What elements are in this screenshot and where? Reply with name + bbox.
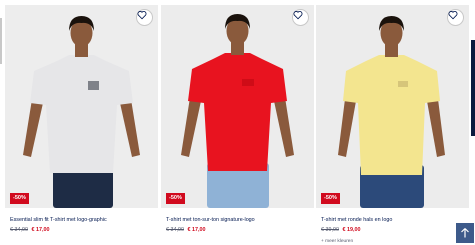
original-price: € 34,90 xyxy=(10,227,28,233)
discount-badge: -50% xyxy=(10,193,29,204)
product-price: € 39,90 € 19,00 xyxy=(321,227,361,233)
product-image-1[interactable]: -50% xyxy=(5,5,158,208)
product-card-1[interactable]: -50% Essential slim fit T-shirt met logo… xyxy=(5,5,158,245)
next-product-edge xyxy=(471,40,475,136)
original-price: € 34,90 xyxy=(166,227,184,233)
favorite-button[interactable] xyxy=(136,9,153,26)
discount-badge: -50% xyxy=(166,193,185,204)
chest-logo xyxy=(398,81,408,87)
chest-logo xyxy=(88,81,99,90)
sale-price: € 19,00 xyxy=(342,227,361,233)
model-photo xyxy=(316,5,469,208)
sale-price: € 17,00 xyxy=(31,227,50,233)
previous-product-edge xyxy=(0,18,2,64)
product-image-3[interactable]: -50% xyxy=(316,5,469,208)
heart-icon xyxy=(137,11,147,20)
heart-icon xyxy=(448,11,458,20)
sale-price: € 17,00 xyxy=(187,227,206,233)
heart-icon xyxy=(293,11,303,20)
product-card-2[interactable]: -50% T-shirt met ton-sur-ton signature-l… xyxy=(161,5,314,245)
product-name[interactable]: T-shirt met ronde hals en logo xyxy=(321,217,392,223)
model-photo xyxy=(161,5,314,208)
product-grid: -50% Essential slim fit T-shirt met logo… xyxy=(0,0,475,245)
product-name[interactable]: T-shirt met ton-sur-ton signature-logo xyxy=(166,217,255,223)
original-price: € 39,90 xyxy=(321,227,339,233)
product-price: € 34,90 € 17,00 xyxy=(166,227,206,233)
discount-badge: -50% xyxy=(321,193,340,204)
back-to-top-button[interactable] xyxy=(456,223,474,243)
favorite-button[interactable] xyxy=(292,9,309,26)
model-photo xyxy=(5,5,158,208)
more-colors-link[interactable]: + meer kleuren xyxy=(321,239,353,244)
product-price: € 34,90 € 17,00 xyxy=(10,227,50,233)
product-card-3[interactable]: -50% T-shirt met ronde hals en logo € 39… xyxy=(316,5,469,245)
product-image-2[interactable]: -50% xyxy=(161,5,314,208)
favorite-button[interactable] xyxy=(447,9,464,26)
chest-logo xyxy=(242,79,254,86)
arrow-up-icon xyxy=(461,228,469,238)
product-name[interactable]: Essential slim fit T-shirt met logo-grap… xyxy=(10,217,107,223)
